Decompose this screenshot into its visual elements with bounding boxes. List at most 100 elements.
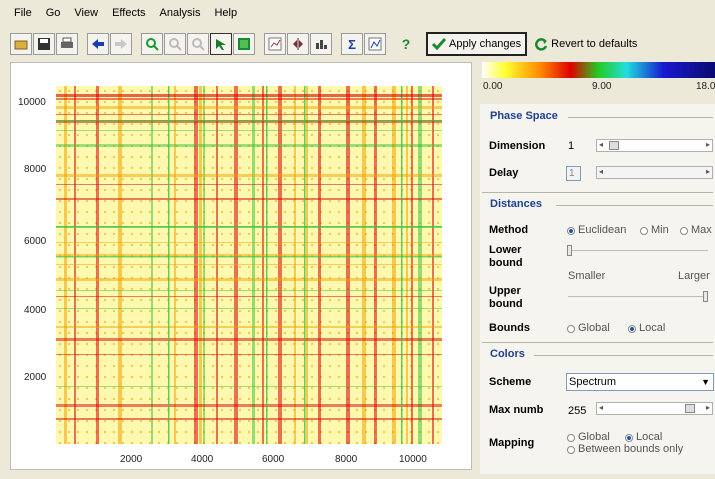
plot-dot bbox=[383, 156, 385, 158]
plot-dot bbox=[311, 343, 313, 345]
plot-band-horizontal bbox=[56, 326, 442, 328]
lower-bound-thumb[interactable] bbox=[567, 245, 572, 256]
lower-bound-label-2: bound bbox=[489, 257, 523, 269]
menu-file[interactable]: File bbox=[14, 7, 32, 19]
plot-dot bbox=[302, 178, 304, 180]
back-arrow-icon[interactable] bbox=[87, 33, 109, 55]
open-icon[interactable] bbox=[10, 33, 32, 55]
scheme-select[interactable]: Spectrum ▼ bbox=[566, 373, 714, 391]
chevron-down-icon[interactable]: ▼ bbox=[701, 374, 710, 390]
plot-dot bbox=[86, 211, 88, 213]
menu-analysis[interactable]: Analysis bbox=[160, 7, 201, 19]
sum-icon[interactable]: Σ bbox=[341, 33, 363, 55]
method-max-radio[interactable] bbox=[680, 227, 688, 235]
plot-dot bbox=[77, 244, 79, 246]
method-max-label: Max bbox=[691, 224, 712, 236]
delay-slider[interactable]: ◂ ▸ bbox=[596, 166, 713, 179]
pointer-icon[interactable] bbox=[210, 33, 232, 55]
plot-dot bbox=[221, 409, 223, 411]
plot-dot bbox=[275, 112, 277, 114]
arrow-left-icon[interactable]: ◂ bbox=[599, 403, 603, 412]
mapping-between-radio[interactable] bbox=[567, 446, 575, 454]
forward-arrow-icon[interactable] bbox=[110, 33, 132, 55]
plot-dot bbox=[122, 112, 124, 114]
menu-view[interactable]: View bbox=[74, 7, 98, 19]
plot-dot bbox=[239, 112, 241, 114]
plot-band-horizontal bbox=[56, 254, 442, 256]
plot-dot bbox=[149, 200, 151, 202]
plot-dot bbox=[338, 244, 340, 246]
plot-dot bbox=[356, 211, 358, 213]
plot-dot bbox=[77, 365, 79, 367]
plot-dot bbox=[329, 431, 331, 433]
method-euclidean-radio[interactable] bbox=[567, 227, 575, 235]
delay-field[interactable]: 1 bbox=[566, 166, 581, 181]
plot-dot bbox=[338, 299, 340, 301]
statistics-icon[interactable] bbox=[364, 33, 386, 55]
help-icon[interactable]: ? bbox=[395, 33, 417, 55]
plot-dot bbox=[275, 321, 277, 323]
select-region-icon[interactable] bbox=[233, 33, 255, 55]
mapping-global-radio[interactable] bbox=[567, 434, 575, 442]
plot-dot bbox=[311, 376, 313, 378]
upper-bound-track[interactable] bbox=[568, 296, 708, 297]
bounds-local-label: Local bbox=[639, 322, 666, 334]
print-icon[interactable] bbox=[56, 33, 78, 55]
max-numb-slider[interactable]: ◂ ▸ bbox=[596, 402, 713, 415]
plot-dot bbox=[284, 200, 286, 202]
plot-dot bbox=[329, 310, 331, 312]
arrow-left-icon[interactable]: ◂ bbox=[599, 167, 603, 176]
plot-dot bbox=[428, 409, 430, 411]
plot-dot bbox=[122, 200, 124, 202]
recurrence-plot[interactable] bbox=[56, 86, 442, 444]
zoom-reset-icon[interactable] bbox=[187, 33, 209, 55]
plot-dot bbox=[338, 442, 340, 444]
plot-dot bbox=[86, 420, 88, 422]
max-numb-slider-thumb[interactable] bbox=[685, 404, 695, 413]
plot-dot bbox=[86, 398, 88, 400]
arrow-right-icon[interactable]: ▸ bbox=[706, 403, 710, 412]
plot-dot bbox=[428, 332, 430, 334]
save-icon[interactable] bbox=[33, 33, 55, 55]
plot-line-vertical bbox=[266, 86, 268, 444]
plot-dot bbox=[149, 101, 151, 103]
plot-dot bbox=[302, 409, 304, 411]
bounds-local-radio[interactable] bbox=[628, 325, 636, 333]
plot-icon[interactable] bbox=[264, 33, 286, 55]
menu-help[interactable]: Help bbox=[214, 7, 237, 19]
plot-dot bbox=[311, 365, 313, 367]
revert-defaults-button[interactable]: Revert to defaults bbox=[531, 32, 641, 56]
plot-band-horizontal bbox=[56, 144, 442, 147]
arrow-left-icon[interactable]: ◂ bbox=[599, 140, 603, 149]
split-icon[interactable] bbox=[287, 33, 309, 55]
plot-dot bbox=[77, 431, 79, 433]
plot-dot bbox=[311, 398, 313, 400]
upper-bound-thumb[interactable] bbox=[703, 291, 708, 302]
mapping-local-radio[interactable] bbox=[625, 434, 633, 442]
plot-dot bbox=[239, 288, 241, 290]
plot-dot bbox=[221, 299, 223, 301]
plot-dot bbox=[230, 101, 232, 103]
x-tick-label: 2000 bbox=[120, 454, 143, 465]
dimension-slider[interactable]: ◂ ▸ bbox=[596, 139, 713, 152]
plot-dot bbox=[122, 332, 124, 334]
plot-dot bbox=[311, 332, 313, 334]
apply-changes-button[interactable]: Apply changes bbox=[426, 32, 528, 56]
plot-dot bbox=[131, 409, 133, 411]
plot-dot bbox=[248, 310, 250, 312]
lower-bound-track[interactable] bbox=[568, 250, 708, 251]
menu-go[interactable]: Go bbox=[46, 7, 61, 19]
method-min-radio[interactable] bbox=[640, 227, 648, 235]
plot-dot bbox=[311, 123, 313, 125]
arrow-right-icon[interactable]: ▸ bbox=[706, 167, 710, 176]
arrow-right-icon[interactable]: ▸ bbox=[706, 140, 710, 149]
plot-dot bbox=[59, 123, 61, 125]
menu-effects[interactable]: Effects bbox=[112, 7, 145, 19]
chart-icon[interactable] bbox=[310, 33, 332, 55]
plot-dot bbox=[428, 233, 430, 235]
dimension-slider-thumb[interactable] bbox=[609, 141, 619, 150]
zoom-out-icon[interactable] bbox=[164, 33, 186, 55]
zoom-in-icon[interactable] bbox=[141, 33, 163, 55]
bounds-global-radio[interactable] bbox=[567, 325, 575, 333]
plot-dot bbox=[176, 167, 178, 169]
